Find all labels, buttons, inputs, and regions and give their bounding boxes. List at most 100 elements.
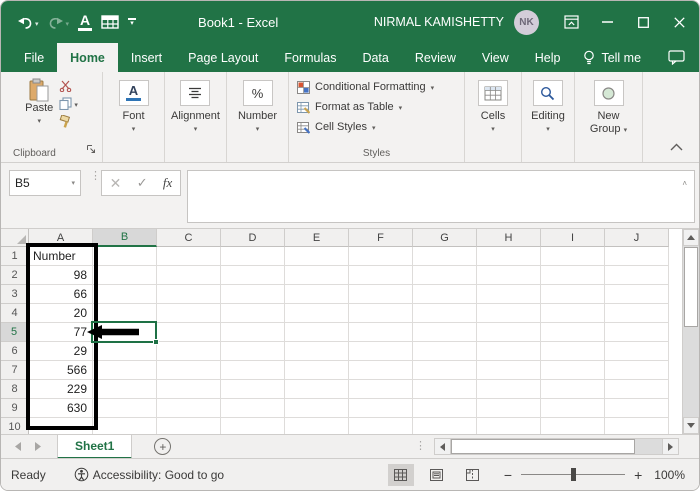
font-color-button[interactable]: A <box>78 14 92 31</box>
scroll-up-button[interactable] <box>683 229 699 246</box>
cell-I2[interactable] <box>541 266 605 285</box>
cell-A10[interactable] <box>29 418 93 434</box>
cell-J1[interactable] <box>605 247 669 266</box>
ribbon-display-options-button[interactable] <box>553 1 589 43</box>
cell-H6[interactable] <box>477 342 541 361</box>
tab-formulas[interactable]: Formulas <box>271 43 349 72</box>
row-header-8[interactable]: 8 <box>1 380 29 399</box>
zoom-level[interactable]: 100% <box>654 468 685 482</box>
column-header-c[interactable]: C <box>157 229 221 247</box>
avatar[interactable]: NK <box>514 10 539 35</box>
tab-review[interactable]: Review <box>402 43 469 72</box>
close-button[interactable] <box>661 1 697 43</box>
tab-page-layout[interactable]: Page Layout <box>175 43 271 72</box>
tab-view[interactable]: View <box>469 43 522 72</box>
vertical-scrollbar-thumb[interactable] <box>684 247 698 327</box>
cell-G5[interactable] <box>413 323 477 342</box>
cell-E5[interactable] <box>285 323 349 342</box>
cell-F7[interactable] <box>349 361 413 380</box>
cell-I1[interactable] <box>541 247 605 266</box>
column-header-i[interactable]: I <box>541 229 605 247</box>
cell-D6[interactable] <box>221 342 285 361</box>
cut-button[interactable] <box>59 80 78 92</box>
cells-group-button[interactable]: Cells ▾ <box>478 80 508 133</box>
cell-H5[interactable] <box>477 323 541 342</box>
zoom-in-button[interactable]: + <box>634 467 642 483</box>
undo-button[interactable]: ▾ <box>17 15 39 30</box>
row-header-10[interactable]: 10 <box>1 418 29 434</box>
cell-styles-button[interactable]: Cell Styles ▾ <box>297 117 375 137</box>
horizontal-scrollbar[interactable] <box>434 438 679 455</box>
zoom-out-button[interactable]: − <box>504 467 512 483</box>
accessibility-status[interactable]: Accessibility: Good to go <box>74 467 224 482</box>
scroll-down-button[interactable] <box>683 417 699 434</box>
cell-A5[interactable]: 77 <box>29 323 93 342</box>
cell-C7[interactable] <box>157 361 221 380</box>
format-as-table-button[interactable]: Format as Table ▾ <box>297 97 402 117</box>
cell-D7[interactable] <box>221 361 285 380</box>
row-header-1[interactable]: 1 <box>1 247 29 266</box>
cell-C6[interactable] <box>157 342 221 361</box>
cell-E8[interactable] <box>285 380 349 399</box>
paste-button[interactable]: Paste ▾ <box>25 78 53 128</box>
cell-G3[interactable] <box>413 285 477 304</box>
tab-help[interactable]: Help <box>522 43 574 72</box>
enter-icon[interactable]: ✓ <box>137 175 148 191</box>
page-break-preview-button[interactable] <box>460 464 486 486</box>
next-sheet-icon[interactable] <box>35 442 41 451</box>
cell-G1[interactable] <box>413 247 477 266</box>
tab-file[interactable]: File <box>11 43 57 72</box>
cell-J3[interactable] <box>605 285 669 304</box>
cell-F10[interactable] <box>349 418 413 434</box>
cell-I3[interactable] <box>541 285 605 304</box>
cell-G8[interactable] <box>413 380 477 399</box>
expand-formula-bar-icon[interactable]: ˄ <box>682 179 687 188</box>
cell-C8[interactable] <box>157 380 221 399</box>
cell-E3[interactable] <box>285 285 349 304</box>
scroll-left-button[interactable] <box>435 439 451 454</box>
cell-J9[interactable] <box>605 399 669 418</box>
cell-F3[interactable] <box>349 285 413 304</box>
cell-B10[interactable] <box>93 418 157 434</box>
cell-H10[interactable] <box>477 418 541 434</box>
cell-B6[interactable] <box>93 342 157 361</box>
row-header-5[interactable]: 5 <box>1 323 29 342</box>
cell-A9[interactable]: 630 <box>29 399 93 418</box>
vertical-scrollbar[interactable] <box>682 229 699 434</box>
minimize-button[interactable] <box>589 1 625 43</box>
column-header-e[interactable]: E <box>285 229 349 247</box>
cell-H2[interactable] <box>477 266 541 285</box>
tell-me-button[interactable]: Tell me <box>573 43 651 72</box>
conditional-formatting-button[interactable]: Conditional Formatting ▾ <box>297 77 434 97</box>
cell-H1[interactable] <box>477 247 541 266</box>
cell-A4[interactable]: 20 <box>29 304 93 323</box>
feedback-button[interactable] <box>668 43 685 72</box>
cell-D8[interactable] <box>221 380 285 399</box>
cell-D2[interactable] <box>221 266 285 285</box>
number-group-button[interactable]: % Number ▾ <box>238 80 277 133</box>
sheet-tab-sheet1[interactable]: Sheet1 <box>57 435 132 459</box>
cell-H3[interactable] <box>477 285 541 304</box>
cell-H9[interactable] <box>477 399 541 418</box>
column-header-f[interactable]: F <box>349 229 413 247</box>
cell-E7[interactable] <box>285 361 349 380</box>
alignment-group-button[interactable]: Alignment ▾ <box>171 80 220 133</box>
cell-E10[interactable] <box>285 418 349 434</box>
add-sheet-button[interactable]: + <box>154 438 171 455</box>
column-header-h[interactable]: H <box>477 229 541 247</box>
page-layout-view-button[interactable] <box>424 464 450 486</box>
cell-E2[interactable] <box>285 266 349 285</box>
cell-D10[interactable] <box>221 418 285 434</box>
cell-H7[interactable] <box>477 361 541 380</box>
cell-B2[interactable] <box>93 266 157 285</box>
copy-button[interactable]: ▾ <box>59 97 78 110</box>
cell-A8[interactable]: 229 <box>29 380 93 399</box>
cell-G6[interactable] <box>413 342 477 361</box>
cell-C2[interactable] <box>157 266 221 285</box>
font-group-button[interactable]: A Font ▾ <box>119 80 149 133</box>
cell-B3[interactable] <box>93 285 157 304</box>
cell-G10[interactable] <box>413 418 477 434</box>
select-all-button[interactable] <box>1 229 29 247</box>
collapse-ribbon-button[interactable] <box>670 138 683 156</box>
cell-A1[interactable]: Number <box>29 247 93 266</box>
